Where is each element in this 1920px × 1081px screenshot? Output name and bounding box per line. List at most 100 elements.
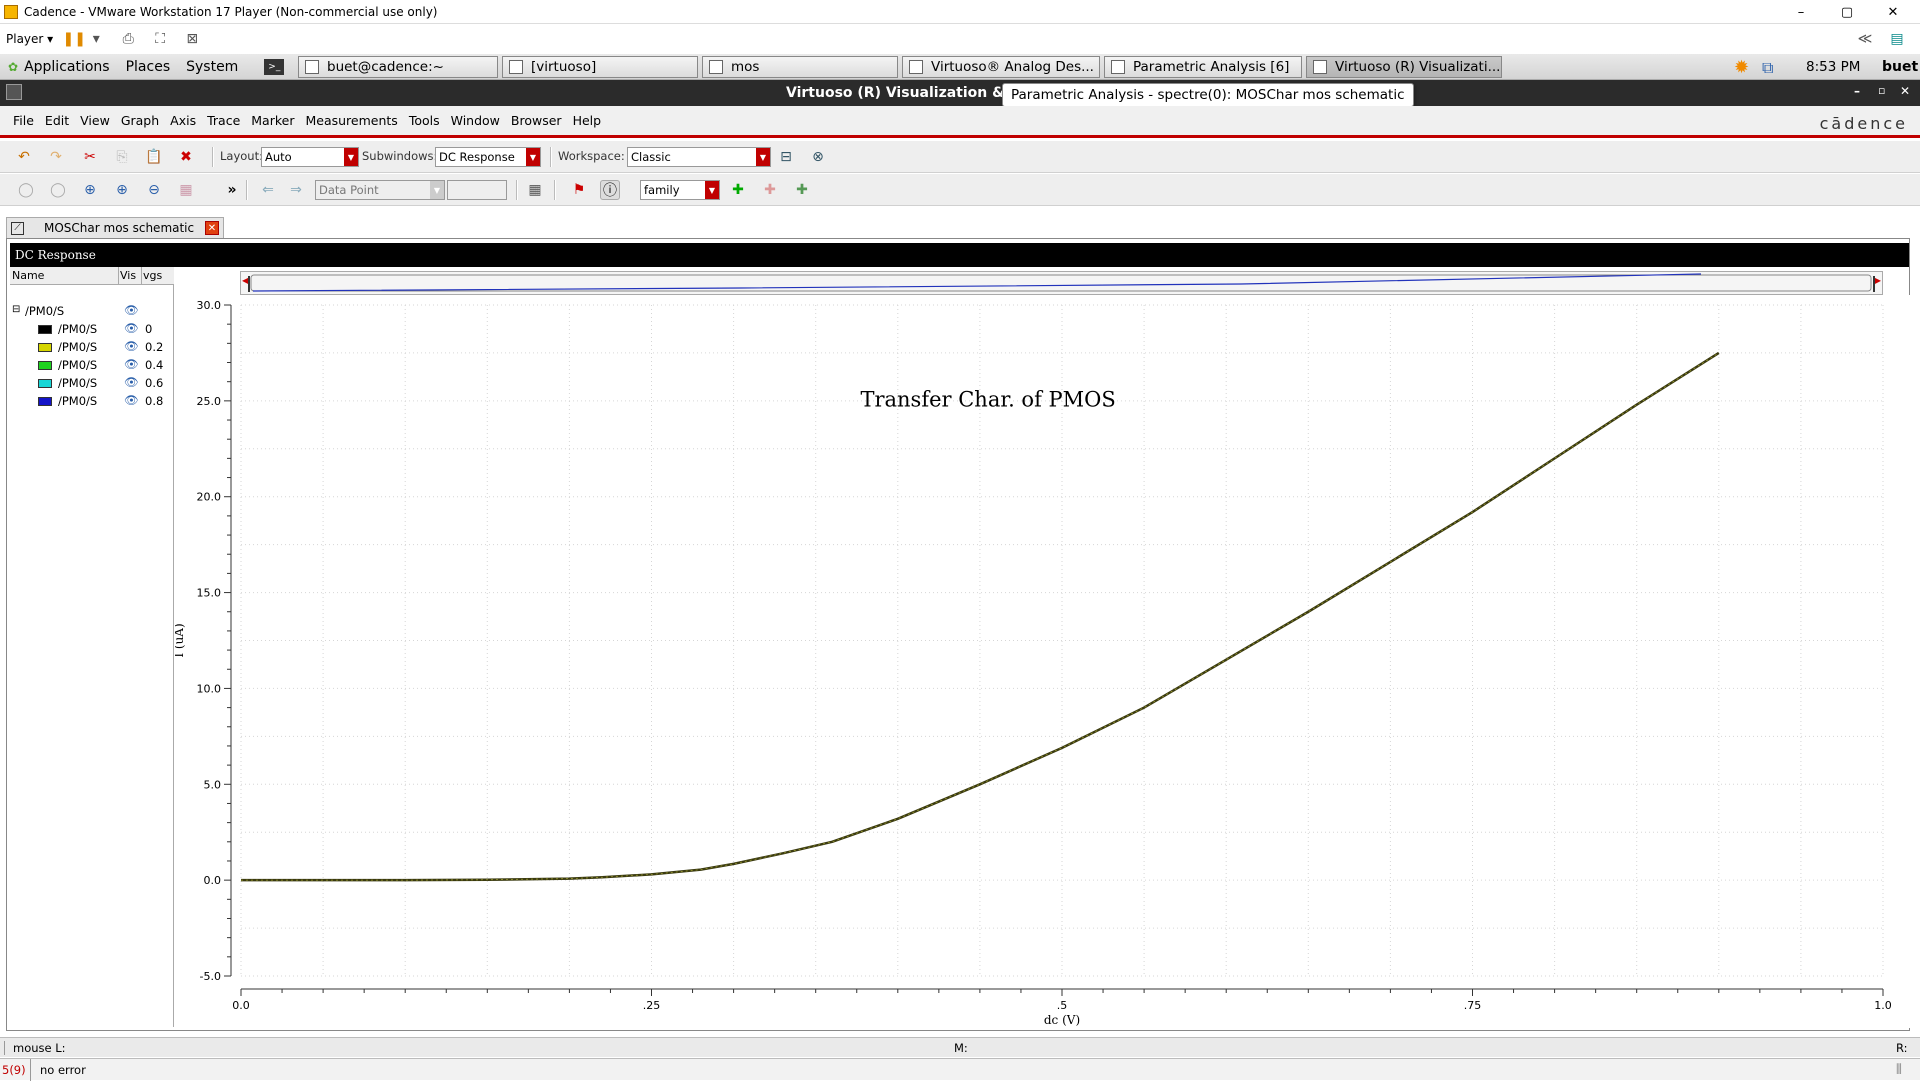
workspace-select[interactable]: Classic ▼ xyxy=(627,147,771,167)
dc-response-plot[interactable]: 0.0 .25 .5 .75 1.0 -5.0 0.0 5.0 10.0 15.0 20.0 25.0… xyxy=(175,295,1910,1028)
eye-icon[interactable]: 👁 xyxy=(124,375,139,389)
library-icon[interactable]: ▤ xyxy=(1886,28,1908,50)
menu-file[interactable]: File xyxy=(13,113,34,128)
tab-moschar[interactable]: ⟋ MOSChar mos schematic ✕ xyxy=(6,217,224,238)
zoom-fit-icon[interactable]: ⊕ xyxy=(80,180,100,200)
task-analog-design[interactable]: Virtuoso® Analog Des... xyxy=(902,56,1100,78)
menu-graph[interactable]: Graph xyxy=(121,113,159,128)
family-select[interactable]: family ▼ xyxy=(640,180,720,200)
copy-icon[interactable]: ⎘ xyxy=(112,147,132,167)
redo-icon[interactable]: ↷ xyxy=(46,147,66,167)
subwindows-value: DC Response xyxy=(439,150,515,164)
task-mos[interactable]: mos xyxy=(702,56,898,78)
layout-select[interactable]: Auto ▼ xyxy=(261,147,359,167)
menu-system[interactable]: System xyxy=(186,59,238,75)
menu-window[interactable]: Window xyxy=(451,113,500,128)
menu-places[interactable]: Places xyxy=(126,59,171,75)
zoom-out-icon[interactable]: ⊖ xyxy=(144,180,164,200)
next-icon[interactable]: ⇒ xyxy=(286,180,306,200)
resize-grip-icon[interactable]: ⫴ xyxy=(1896,1062,1902,1078)
eye-icon[interactable]: 👁 xyxy=(124,303,139,317)
clock[interactable]: 8:53 PM xyxy=(1806,59,1860,75)
graph-icon: ⟋ xyxy=(11,221,24,235)
more-tools-button[interactable]: » xyxy=(222,180,242,200)
collapse-icon[interactable]: ⊟ xyxy=(12,304,20,315)
undo-icon[interactable]: ↶ xyxy=(14,147,34,167)
eye-icon[interactable]: 👁 xyxy=(124,393,139,407)
family-tool-icon[interactable]: ✚ xyxy=(760,180,780,200)
virtuoso-window-title: Virtuoso (R) Visualization & xyxy=(786,85,1005,101)
legend-row[interactable]: /PM0/S 👁 0.8 xyxy=(10,393,174,411)
info-icon[interactable]: ⓘ xyxy=(600,180,620,200)
player-menu[interactable]: Player ▾ xyxy=(6,32,53,46)
zoom-in-icon[interactable]: ⊕ xyxy=(112,180,132,200)
pause-icon[interactable]: ❚❚ xyxy=(62,28,85,50)
circle-icon[interactable]: ◯ xyxy=(48,180,68,200)
close-button[interactable]: ✕ xyxy=(1900,84,1910,98)
legend-row[interactable]: /PM0/S 👁 0 xyxy=(10,321,174,339)
y-tick-label: 30.0 xyxy=(197,299,222,312)
cut-icon[interactable]: ✂ xyxy=(80,147,100,167)
y-tick-label: 10.0 xyxy=(197,682,222,695)
update-icon[interactable]: ✹ xyxy=(1734,57,1749,78)
menu-view[interactable]: View xyxy=(80,113,110,128)
fullscreen-icon[interactable]: ⛶ xyxy=(149,28,171,50)
zoom-select-icon[interactable]: ▦ xyxy=(176,180,196,200)
minimize-button[interactable]: – xyxy=(1778,0,1824,24)
close-button[interactable]: ✕ xyxy=(1870,0,1916,24)
marker-value-input[interactable] xyxy=(447,180,507,200)
unity-icon[interactable]: ⊠ xyxy=(181,28,203,50)
legend-row[interactable]: /PM0/S 👁 0.2 xyxy=(10,339,174,357)
eye-icon[interactable]: 👁 xyxy=(124,357,139,371)
network-icon[interactable]: ⧉ xyxy=(1762,58,1773,78)
save-workspace-icon[interactable]: ⊟ xyxy=(776,147,796,167)
legend-group[interactable]: ⊟ /PM0/S 👁 xyxy=(10,303,174,321)
x-axis-label: dc (V) xyxy=(1044,1013,1080,1027)
menu-marker[interactable]: Marker xyxy=(251,113,294,128)
close-tab-icon[interactable]: ✕ xyxy=(205,221,219,235)
menu-trace[interactable]: Trace xyxy=(207,113,240,128)
trace-vgs: 0.4 xyxy=(145,358,164,372)
menu-browser[interactable]: Browser xyxy=(511,113,562,128)
separator xyxy=(212,147,214,167)
terminal-launcher-icon[interactable]: >_ xyxy=(264,58,285,75)
task-label: Virtuoso® Analog Des... xyxy=(931,59,1094,75)
x-scroll-strip[interactable]: ◀ ▶ xyxy=(240,271,1883,295)
chevron-down-icon: ▼ xyxy=(756,148,770,166)
maximize-button[interactable]: ▫ xyxy=(1878,84,1885,97)
subwindows-select[interactable]: DC Response ▼ xyxy=(435,147,541,167)
menu-measurements[interactable]: Measurements xyxy=(305,113,397,128)
mouse-left-status: mouse L: xyxy=(13,1041,66,1055)
task-parametric-analysis[interactable]: Parametric Analysis [6] xyxy=(1104,56,1302,78)
send-keys-icon[interactable]: ⎙ xyxy=(117,28,139,50)
delete-icon[interactable]: ✖ xyxy=(176,147,196,167)
eye-icon[interactable]: 👁 xyxy=(124,321,139,335)
maximize-button[interactable]: ▢ xyxy=(1824,0,1870,24)
flag-icon[interactable]: ⚑ xyxy=(569,180,589,200)
task-terminal[interactable]: buet@cadence:~ xyxy=(298,56,498,78)
paste-icon[interactable]: 📋 xyxy=(144,147,164,167)
minimize-button[interactable]: – xyxy=(1854,84,1860,98)
task-virtuoso[interactable]: [virtuoso] xyxy=(502,56,698,78)
marker-type-select[interactable]: Data Point ▼ xyxy=(315,180,445,200)
collapse-icon[interactable]: ≪ xyxy=(1854,28,1876,50)
menu-edit[interactable]: Edit xyxy=(45,113,69,128)
y-tick-label: 25.0 xyxy=(197,395,222,408)
delete-workspace-icon[interactable]: ⊗ xyxy=(808,147,828,167)
menu-axis[interactable]: Axis xyxy=(170,113,196,128)
menu-tools[interactable]: Tools xyxy=(409,113,440,128)
circle-icon[interactable]: ◯ xyxy=(16,180,36,200)
calculator-icon[interactable]: ▦ xyxy=(525,180,545,200)
family-tool-icon[interactable]: ✚ xyxy=(728,180,748,200)
menu-applications[interactable]: Applications xyxy=(24,59,110,75)
task-visualization[interactable]: Virtuoso (R) Visualizati... xyxy=(1306,56,1502,78)
menu-help[interactable]: Help xyxy=(573,113,602,128)
chevron-down-icon[interactable]: ▾ xyxy=(85,28,107,50)
legend-row[interactable]: /PM0/S 👁 0.6 xyxy=(10,375,174,393)
previous-icon[interactable]: ⇐ xyxy=(258,180,278,200)
family-tool-icon[interactable]: ✚ xyxy=(792,180,812,200)
main-toolbar: ↶ ↷ ✂ ⎘ 📋 ✖ Layout: Auto ▼ Subwindows: DC… xyxy=(0,141,1920,173)
user-name[interactable]: buet xyxy=(1882,59,1918,75)
eye-icon[interactable]: 👁 xyxy=(124,339,139,353)
legend-row[interactable]: /PM0/S 👁 0.4 xyxy=(10,357,174,375)
